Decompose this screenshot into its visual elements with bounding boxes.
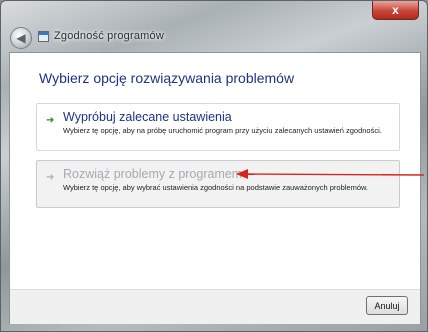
- annotation-arrow: [236, 169, 425, 179]
- annotation-arrow-line: [243, 173, 425, 176]
- annotation-arrow-head: [236, 169, 248, 179]
